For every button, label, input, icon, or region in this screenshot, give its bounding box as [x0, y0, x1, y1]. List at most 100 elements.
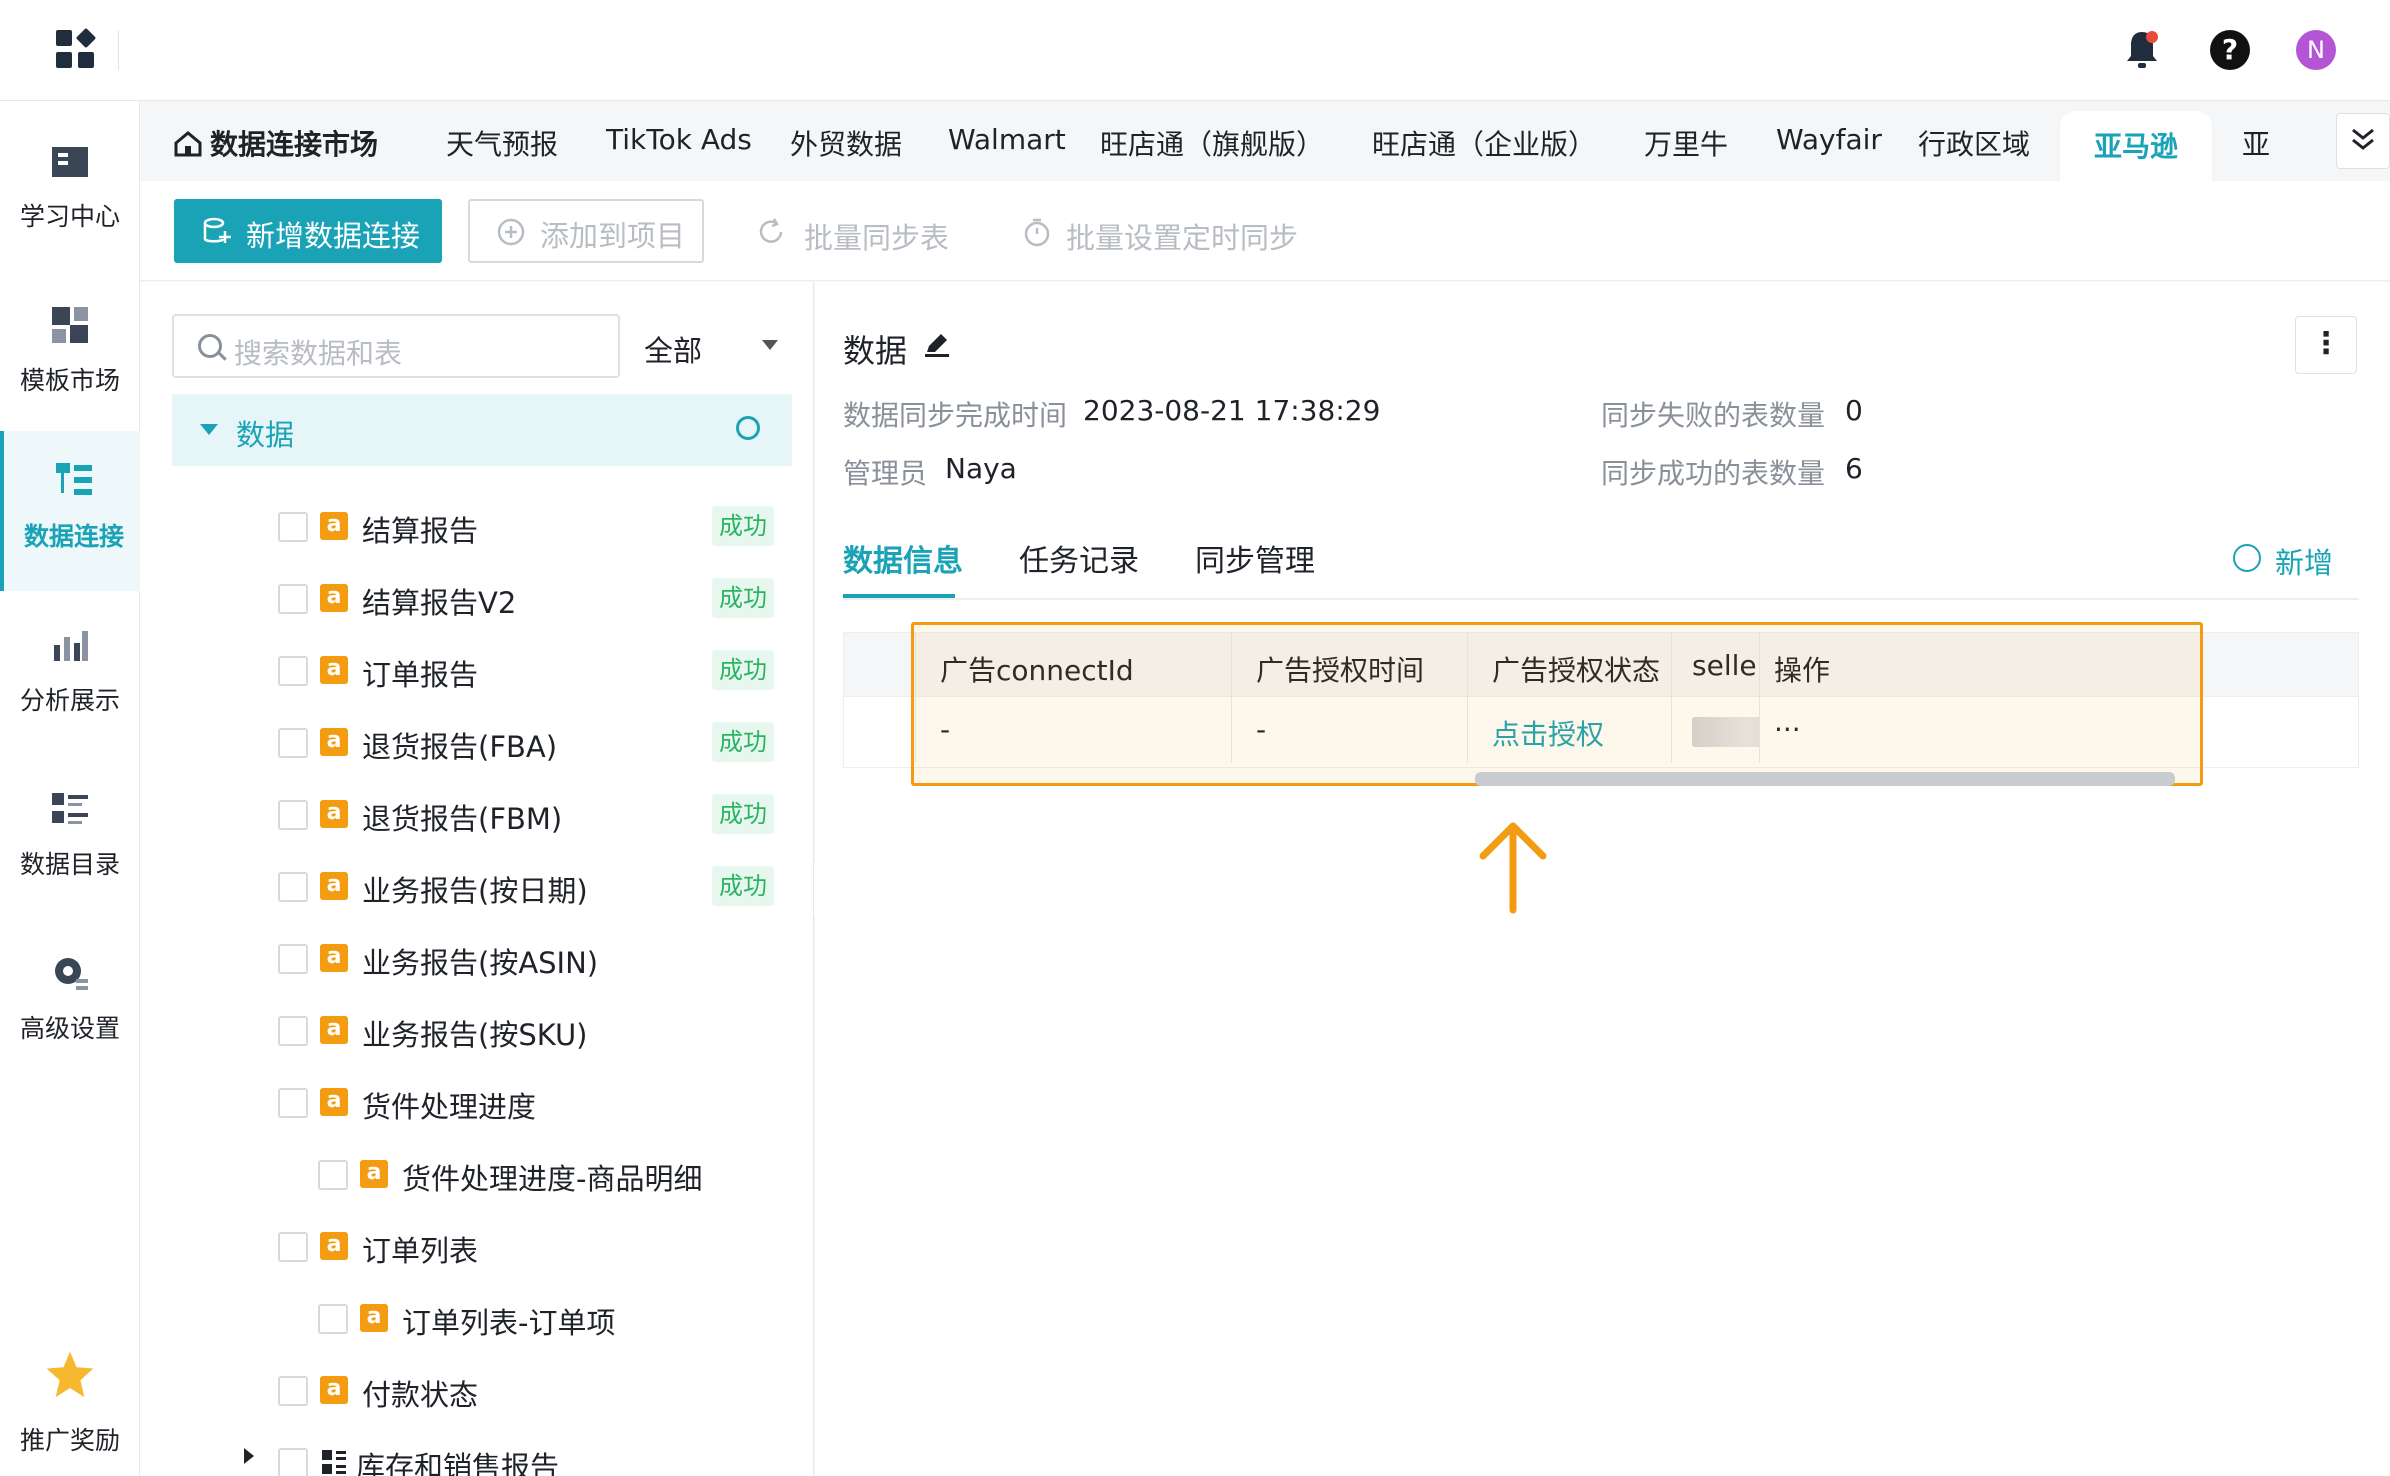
- checkbox[interactable]: [278, 1448, 308, 1476]
- table-header-spacer: [844, 633, 916, 697]
- tab-weather[interactable]: 天气预报: [446, 123, 558, 163]
- checkbox[interactable]: [278, 728, 308, 758]
- amazon-icon: a: [320, 584, 348, 612]
- nav-item-settings[interactable]: 高级设置: [0, 923, 140, 1083]
- amazon-icon: a: [320, 656, 348, 684]
- tree-item[interactable]: a 订单列表: [278, 1222, 778, 1270]
- new-connection-label: 新增数据连接: [246, 219, 421, 253]
- checkbox[interactable]: [278, 1376, 308, 1406]
- tab-tiktok-ads[interactable]: TikTok Ads: [606, 123, 752, 163]
- tree-item[interactable]: 库存和销售报告: [278, 1438, 778, 1476]
- caret-down-icon[interactable]: [762, 340, 778, 350]
- chevron-double-down-icon: [2352, 128, 2374, 150]
- tree-item[interactable]: a 货件处理进度: [278, 1078, 778, 1126]
- tree-item[interactable]: a 业务报告(按SKU): [278, 1006, 778, 1054]
- tab-admin-region[interactable]: 行政区域: [1918, 123, 2030, 163]
- new-connection-button[interactable]: 新增数据连接: [174, 199, 442, 263]
- sync-icon: [759, 218, 783, 243]
- sync-time-label: 数据同步完成时间: [843, 399, 1068, 432]
- status-badge: 成功: [712, 650, 774, 690]
- checkbox[interactable]: [278, 656, 308, 686]
- tree-root-node[interactable]: 数据: [172, 394, 792, 466]
- tree-item[interactable]: a 结算报告V2 成功: [278, 574, 778, 622]
- highlight-box: [911, 622, 2203, 786]
- checkbox[interactable]: [278, 800, 308, 830]
- nav-item-catalog[interactable]: 数据目录: [0, 759, 140, 919]
- checkbox[interactable]: [278, 944, 308, 974]
- horizontal-scrollbar[interactable]: [843, 770, 2359, 786]
- tab-truncated[interactable]: 亚: [2242, 123, 2270, 163]
- filter-select[interactable]: 全部: [644, 328, 702, 370]
- tree-item[interactable]: a 订单报告 成功: [278, 646, 778, 694]
- add-to-project-button[interactable]: 添加到项目: [468, 199, 704, 263]
- search-input[interactable]: 搜索数据和表: [172, 314, 620, 378]
- checkbox[interactable]: [278, 1088, 308, 1118]
- tab-wayfair[interactable]: Wayfair: [1776, 123, 1882, 163]
- row-spacer: [844, 697, 916, 763]
- checkbox[interactable]: [278, 872, 308, 902]
- status-badge: 成功: [712, 866, 774, 906]
- add-new-button[interactable]: 新增: [2275, 540, 2333, 582]
- checkbox[interactable]: [278, 1232, 308, 1262]
- book-icon: [52, 147, 88, 177]
- nav-item-analysis[interactable]: 分析展示: [0, 595, 140, 755]
- checkbox[interactable]: [318, 1160, 348, 1190]
- nav-item-templates[interactable]: 模板市场: [0, 275, 140, 435]
- amazon-icon: a: [360, 1304, 388, 1332]
- caret-right-icon[interactable]: [244, 1448, 254, 1464]
- edit-icon[interactable]: [923, 330, 951, 358]
- sync-time-value: 2023-08-21 17:38:29: [1083, 394, 1381, 427]
- tab-task-records[interactable]: 任务记录: [1019, 536, 1139, 580]
- batch-schedule-button[interactable]: 批量设置定时同步: [1066, 215, 1298, 257]
- tab-sync-management[interactable]: 同步管理: [1195, 536, 1315, 580]
- scrollbar-thumb[interactable]: [1475, 772, 2175, 786]
- tab-amazon[interactable]: 亚马逊: [2060, 111, 2213, 181]
- checkbox[interactable]: [318, 1304, 348, 1334]
- tree-item[interactable]: a 退货报告(FBM) 成功: [278, 790, 778, 838]
- left-nav: 学习中心 模板市场 数据连接 分析展示 数据目录 高级设置 推广奖励: [0, 101, 140, 1476]
- avatar[interactable]: N: [2296, 30, 2336, 70]
- action-toolbar: 新增数据连接 添加到项目 批量同步表 批量设置定时同步: [140, 181, 2390, 281]
- tree-item[interactable]: a 货件处理进度-商品明细: [318, 1150, 778, 1198]
- checkbox[interactable]: [278, 584, 308, 614]
- tab-walmart[interactable]: Walmart: [948, 123, 1066, 163]
- data-tree-panel: 搜索数据和表 全部 数据 a 结算报告 成功 a 结算报告V2 成功 a 订单报…: [140, 282, 814, 1476]
- amazon-icon: a: [320, 728, 348, 756]
- tab-connector-market[interactable]: 数据连接市场: [210, 123, 378, 163]
- amazon-icon: a: [320, 872, 348, 900]
- tab-foreign-trade[interactable]: 外贸数据: [790, 123, 902, 163]
- connector-tabs: 数据连接市场 天气预报 TikTok Ads 外贸数据 Walmart 旺店通（…: [140, 101, 2390, 181]
- settings-icon: [55, 958, 88, 990]
- chart-icon: [54, 631, 88, 661]
- tab-wdt-enterprise[interactable]: 旺店通（企业版）: [1372, 123, 1596, 163]
- amazon-icon: a: [320, 512, 348, 540]
- nav-item-learning[interactable]: 学习中心: [0, 111, 140, 271]
- batch-sync-button[interactable]: 批量同步表: [804, 215, 949, 257]
- tab-wanliniu[interactable]: 万里牛: [1644, 123, 1728, 163]
- bell-icon[interactable]: [2124, 28, 2160, 72]
- nav-item-referral[interactable]: 推广奖励: [0, 1335, 140, 1476]
- search-icon: [198, 334, 222, 358]
- tree-item[interactable]: a 业务报告(按日期) 成功: [278, 862, 778, 910]
- plus-circle-icon[interactable]: [2233, 544, 2261, 572]
- star-icon: [46, 1351, 94, 1398]
- checkbox[interactable]: [278, 1016, 308, 1046]
- tab-wdt-flagship[interactable]: 旺店通（旗舰版）: [1100, 123, 1324, 163]
- user-settings-icon[interactable]: [736, 416, 760, 440]
- tree-item[interactable]: a 结算报告 成功: [278, 502, 778, 550]
- tree-item[interactable]: a 业务报告(按ASIN): [278, 934, 778, 982]
- more-menu-button[interactable]: ⋮: [2295, 316, 2357, 374]
- detail-title: 数据: [843, 332, 908, 370]
- help-icon[interactable]: ?: [2210, 30, 2250, 70]
- caret-down-icon[interactable]: [200, 424, 218, 435]
- tab-data-info[interactable]: 数据信息: [843, 536, 963, 580]
- admin-value: Naya: [945, 452, 1017, 485]
- nav-item-data-connect[interactable]: 数据连接: [0, 431, 140, 591]
- apps-grid-icon[interactable]: [56, 27, 98, 70]
- tabs-overflow-button[interactable]: [2336, 113, 2390, 169]
- tree-item[interactable]: a 付款状态: [278, 1366, 778, 1414]
- tree-item[interactable]: a 退货报告(FBA) 成功: [278, 718, 778, 766]
- checkbox[interactable]: [278, 512, 308, 542]
- amazon-icon: a: [320, 800, 348, 828]
- tree-item[interactable]: a 订单列表-订单项: [318, 1294, 778, 1342]
